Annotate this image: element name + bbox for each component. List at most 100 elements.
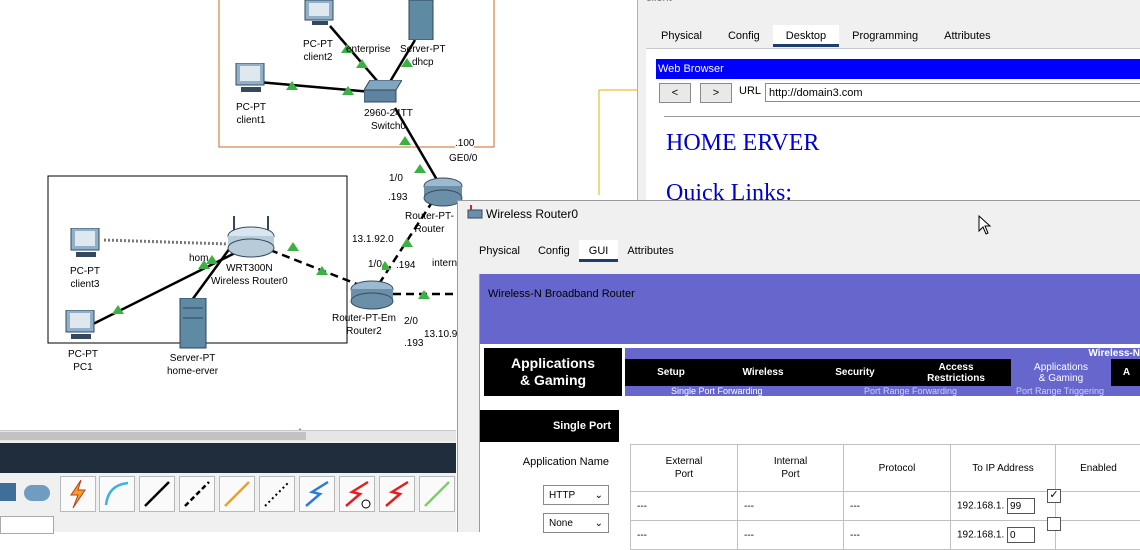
col-internal-port: InternalPort (738, 445, 844, 492)
scrollbar-thumb[interactable] (0, 432, 306, 440)
col-to-ip: To IP Address (951, 445, 1056, 492)
url-input[interactable]: http://domain3.com (765, 83, 1140, 102)
if-label-193-top: .193 (388, 192, 407, 203)
menu-setup[interactable]: Setup (625, 359, 717, 386)
straight-cable-icon[interactable] (139, 476, 175, 512)
port-forwarding-table: ExternalPort InternalPort Protocol To IP… (630, 444, 1140, 550)
brand-banner: Wireless-N Broadband Router (480, 274, 1140, 344)
client-tab-bar: Physical Config Desktop Programming Attr… (648, 25, 1004, 47)
ip-cell: 192.168.1. 0 (951, 521, 1056, 550)
menu-access-restrictions[interactable]: AccessRestrictions (901, 359, 1011, 386)
main-menu: Wireless-N Setup Wireless Security Acces… (625, 348, 1140, 396)
tab-config[interactable]: Config (715, 25, 773, 47)
back-button[interactable]: < (659, 83, 691, 103)
crossover-cable-icon[interactable] (179, 476, 215, 512)
pc-icon-client3[interactable] (68, 228, 104, 260)
external-port-cell: --- (631, 492, 738, 521)
tab-desktop[interactable]: Desktop (773, 25, 839, 47)
enabled-checkbox[interactable] (1047, 517, 1061, 531)
pc-icon-client2[interactable] (302, 0, 338, 26)
submenu-single-port-forwarding[interactable]: Single Port Forwarding (671, 386, 763, 396)
device-toolbar (0, 430, 456, 532)
horizontal-scrollbar[interactable] (0, 431, 456, 441)
ip-cell: 192.168.1. 99 (951, 492, 1056, 521)
single-port-label: Single Port (480, 410, 619, 442)
switch-icon[interactable] (364, 80, 402, 104)
if-label-100: .100 (455, 138, 474, 149)
cloud-icon[interactable] (24, 485, 50, 501)
application-select[interactable]: None⌄ (543, 513, 609, 533)
wireless-router-icon[interactable] (226, 216, 276, 258)
if-label-194: .194 (396, 260, 415, 271)
console-cable-icon[interactable] (99, 476, 135, 512)
tab-programming[interactable]: Programming (839, 25, 931, 47)
device-label-wireless-router: WRT300NWireless Router0 (211, 262, 288, 288)
device-label-client3: PC-PTclient3 (70, 265, 100, 291)
application-select[interactable]: HTTP⌄ (543, 485, 609, 505)
section-title: Applications& Gaming (484, 348, 622, 396)
external-port-cell: --- (631, 521, 738, 550)
pc-icon-pc1[interactable] (63, 310, 99, 342)
client-window: client Physical Config Desktop Programmi… (637, 0, 1140, 200)
coaxial-cable-icon[interactable] (299, 476, 335, 512)
enabled-cell (1056, 492, 1140, 521)
enabled-checkbox[interactable]: ✓ (1047, 489, 1061, 503)
forward-button[interactable]: > (700, 83, 732, 103)
folder-icon[interactable] (0, 483, 16, 501)
table-header-row: ExternalPort InternalPort Protocol To IP… (631, 445, 1140, 492)
menu-wireless[interactable]: Wireless (717, 359, 809, 386)
menu-administration[interactable]: A (1111, 359, 1140, 386)
router-window-title: Wireless Router0 (486, 207, 578, 221)
device-label-client1: PC-PTclient1 (236, 101, 266, 127)
col-external-port: ExternalPort (631, 445, 738, 492)
router-window-icon (467, 205, 483, 219)
toolbar-list-box[interactable] (0, 516, 54, 534)
phone-cable-icon[interactable] (259, 476, 295, 512)
fiber-cable-icon[interactable] (219, 476, 255, 512)
menu-row: Setup Wireless Security AccessRestrictio… (625, 359, 1140, 386)
server-icon-home[interactable] (177, 298, 209, 350)
divider (664, 116, 1140, 117)
page-heading: HOME ERVER (666, 130, 819, 157)
submenu-port-range-triggering[interactable]: Port Range Triggering (1016, 386, 1104, 396)
menu-applications-gaming[interactable]: Applications& Gaming (1011, 359, 1111, 386)
if-label-193-r2: .193 (404, 338, 423, 349)
serial-dce-icon[interactable] (339, 476, 375, 512)
category-strip (0, 443, 456, 473)
ip-last-octet-input[interactable]: 99 (1007, 498, 1035, 514)
tab-physical[interactable]: Physical (470, 240, 529, 262)
mouse-cursor-icon (978, 215, 992, 235)
ip-last-octet-input[interactable]: 0 (1007, 527, 1035, 543)
if-label-ge00: GE0/0 (449, 153, 477, 164)
device-label-client2: PC-PTclient2 (303, 38, 333, 64)
auto-connection-icon[interactable] (60, 476, 96, 512)
col-enabled: Enabled (1056, 445, 1140, 492)
server-icon-dhcp[interactable] (407, 0, 435, 40)
web-browser-title: Web Browser (656, 59, 1140, 79)
table-row: --- --- --- 192.168.1. 99 (631, 492, 1140, 521)
enterprise-label: enterprise (346, 43, 390, 56)
col-protocol: Protocol (844, 445, 951, 492)
model-label: Wireless-N (1088, 348, 1140, 359)
tab-attributes[interactable]: Attributes (618, 240, 682, 262)
wireless-router-window: Wireless Router0 Physical Config GUI Att… (457, 200, 1140, 532)
menu-security[interactable]: Security (809, 359, 901, 386)
tab-physical[interactable]: Physical (648, 25, 715, 47)
intern-label: intern (432, 258, 457, 269)
device-label-pc1: PC-PTPC1 (68, 348, 98, 374)
router-icon-router2[interactable] (349, 279, 395, 311)
submenu-port-range-forwarding[interactable]: Port Range Forwarding (864, 386, 957, 396)
tab-gui[interactable]: GUI (579, 240, 619, 262)
network-label-13-1-92: 13.1.92.0 (352, 234, 394, 245)
serial-dte-icon[interactable] (379, 476, 415, 512)
protocol-cell: --- (844, 521, 951, 550)
if-label-1-0-r2: 1/0 (368, 259, 382, 270)
tab-config[interactable]: Config (529, 240, 579, 262)
tab-attributes[interactable]: Attributes (931, 25, 1003, 47)
if-label-1-0-top: 1/0 (389, 173, 403, 184)
device-label-home-server: Server-PThome-erver (167, 352, 218, 378)
router-tab-bar: Physical Config GUI Attributes (470, 240, 683, 262)
device-label-dhcp: Server-PTdhcp (400, 43, 446, 69)
pc-icon-client1[interactable] (233, 63, 269, 95)
octal-cable-icon[interactable] (419, 476, 455, 512)
